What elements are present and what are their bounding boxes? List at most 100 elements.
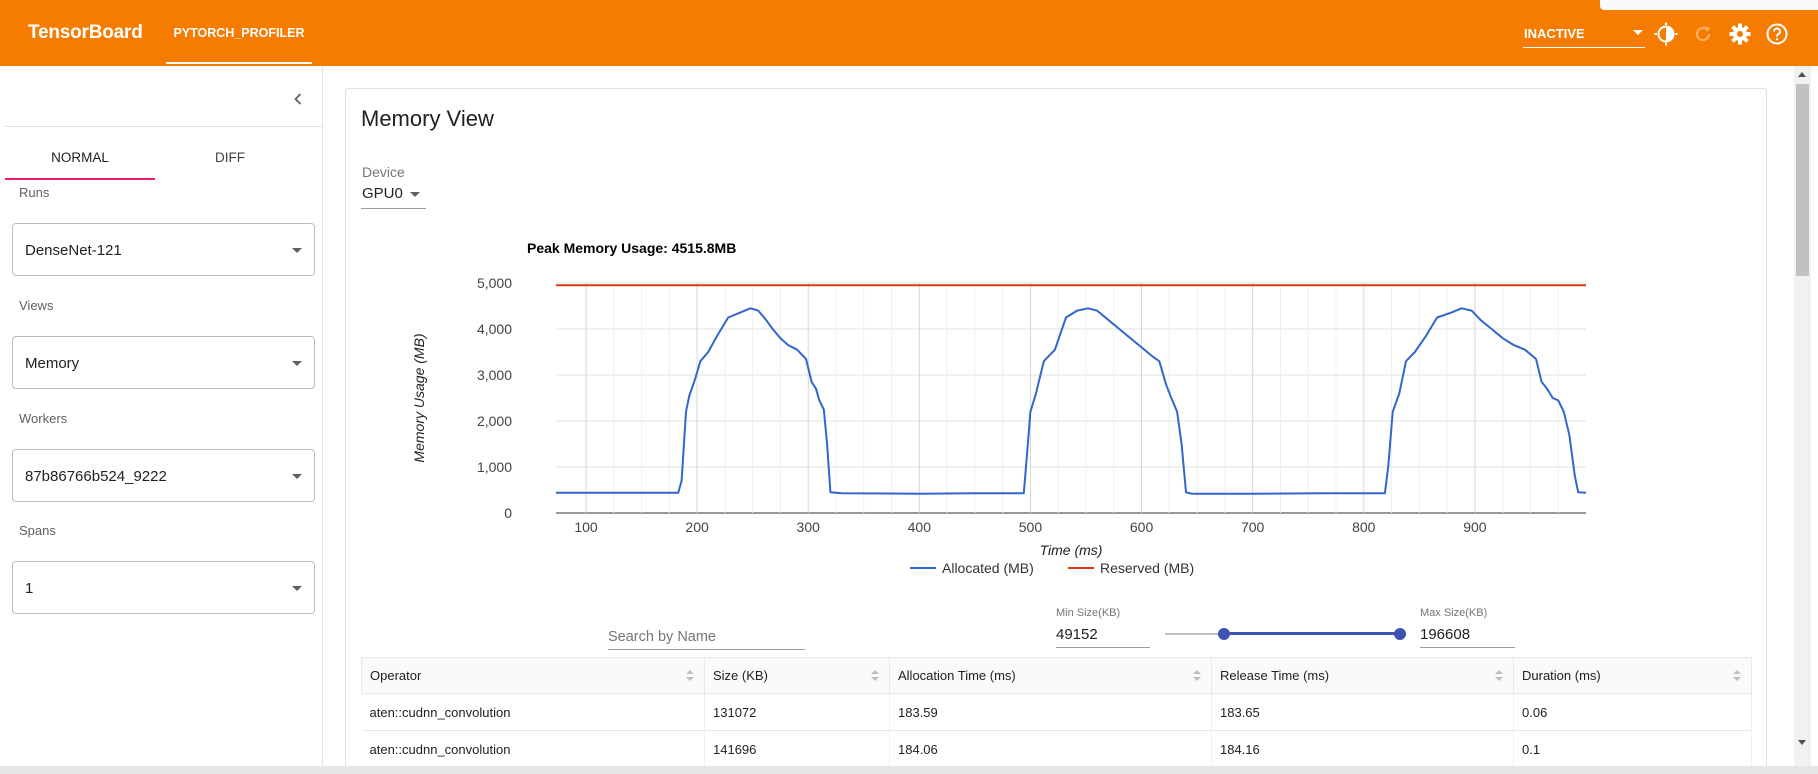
bottom-edge-bar (0, 766, 1818, 774)
min-size-label: Min Size(KB) (1056, 607, 1121, 619)
scrollbar-thumb[interactable] (1796, 84, 1809, 276)
table-cell: aten::cudnn_convolution (361, 693, 705, 731)
chevron-left-icon (294, 93, 302, 105)
workers-value: 87b86766b524_9222 (25, 468, 167, 485)
column-header-operator[interactable]: Operator (361, 657, 705, 694)
size-slider-fill (1223, 632, 1400, 635)
runs-select[interactable]: DenseNet-121 (12, 223, 315, 276)
tab-pytorch-profiler-label: PYTORCH_PROFILER (173, 26, 305, 40)
y-tick-label: 0 (504, 505, 512, 521)
settings-icon[interactable] (1728, 22, 1752, 46)
legend-label: Allocated (MB) (942, 560, 1034, 576)
tab-diff[interactable]: DIFF (155, 140, 305, 180)
size-slider-min-handle[interactable] (1217, 628, 1230, 640)
theme-toggle-icon[interactable] (1654, 22, 1678, 46)
column-header-size[interactable]: Size (KB) (704, 657, 890, 694)
page-title: Memory View (361, 106, 494, 131)
search-by-name-input[interactable] (608, 624, 805, 650)
x-tick-label: 500 (1019, 519, 1043, 535)
views-label: Views (19, 298, 54, 313)
table-cell: aten::cudnn_convolution (361, 730, 705, 768)
runs-label: Runs (19, 185, 50, 200)
sort-icon (686, 670, 694, 682)
views-value: Memory (25, 355, 80, 372)
table-cell: 131072 (704, 693, 890, 731)
column-header-label: Size (KB) (713, 668, 768, 683)
column-header-label: Duration (ms) (1522, 668, 1601, 683)
inactive-plugins-select[interactable]: INACTIVE (1523, 20, 1645, 48)
column-header-label: Operator (370, 668, 422, 683)
size-slider-max-handle[interactable] (1394, 628, 1406, 640)
table-cell: 184.06 (889, 730, 1212, 768)
column-header-allocation-time[interactable]: Allocation Time (ms) (889, 657, 1212, 694)
table-cell: 183.59 (889, 693, 1212, 731)
legend-label: Reserved (MB) (1100, 560, 1194, 576)
device-select[interactable]: GPU0 (361, 183, 426, 209)
table-cell: 0.1 (1513, 730, 1752, 768)
refresh-icon[interactable] (1691, 22, 1715, 46)
chevron-down-icon (292, 586, 302, 591)
table-cell: 183.65 (1211, 693, 1514, 731)
x-tick-label: 200 (685, 519, 709, 535)
device-label: Device (362, 164, 405, 180)
scroll-down-arrow-icon[interactable] (1798, 740, 1806, 745)
max-size-input[interactable] (1420, 622, 1515, 648)
sort-icon (1733, 670, 1741, 682)
chevron-down-icon (1633, 30, 1643, 35)
tab-pytorch-profiler[interactable]: PYTORCH_PROFILER (166, 0, 312, 66)
table-cell: 184.16 (1211, 730, 1514, 768)
spans-value: 1 (25, 580, 34, 597)
collapse-sidebar-button[interactable] (285, 86, 311, 112)
sort-icon (1193, 670, 1201, 682)
x-tick-label: 300 (797, 519, 821, 535)
series-line-allocated (556, 307, 1587, 495)
y-tick-label: 2,000 (477, 413, 512, 429)
help-icon[interactable] (1765, 22, 1789, 46)
x-tick-label: 900 (1463, 519, 1487, 535)
sort-icon (871, 670, 879, 682)
table-row[interactable]: aten::cudnn_convolution 141696 184.06 18… (361, 730, 1752, 768)
scroll-up-arrow-icon[interactable] (1798, 72, 1806, 77)
y-axis-label: Memory Usage (MB) (411, 333, 427, 462)
views-select[interactable]: Memory (12, 336, 315, 389)
table-row[interactable]: aten::cudnn_convolution 131072 183.59 18… (361, 693, 1752, 731)
y-tick-label: 3,000 (477, 367, 512, 383)
x-tick-label: 100 (574, 519, 598, 535)
table-header-row: Operator Size (KB) Allocation Time (ms) … (361, 657, 1752, 694)
top-app-bar: TensorBoard PYTORCH_PROFILER INACTIVE (0, 0, 1818, 66)
chevron-down-icon (410, 192, 420, 197)
device-value: GPU0 (362, 185, 403, 202)
table-cell: 141696 (704, 730, 890, 768)
x-tick-label: 700 (1241, 519, 1265, 535)
workers-select[interactable]: 87b86766b524_9222 (12, 449, 315, 502)
column-header-duration[interactable]: Duration (ms) (1513, 657, 1752, 694)
x-tick-label: 400 (908, 519, 932, 535)
spans-label: Spans (19, 523, 56, 538)
column-header-label: Allocation Time (ms) (898, 668, 1016, 683)
browser-extension-strip (1600, 0, 1818, 10)
sort-icon (1495, 670, 1503, 682)
active-tab-underline (166, 62, 312, 64)
memory-usage-chart: Peak Memory Usage: 4515.8MB 0 1,000 2,000 3,… (411, 240, 1587, 576)
table-cell: 0.06 (1513, 693, 1752, 731)
brand-logo-text[interactable]: TensorBoard (28, 22, 143, 44)
memory-events-table: Operator Size (KB) Allocation Time (ms) … (361, 657, 1752, 768)
min-size-input[interactable] (1056, 622, 1150, 648)
y-tick-label: 4,000 (477, 321, 512, 337)
column-header-label: Release Time (ms) (1220, 668, 1330, 683)
x-axis-label: Time (ms) (1040, 542, 1103, 558)
chevron-down-icon (292, 361, 302, 366)
tab-normal-label: NORMAL (51, 150, 109, 165)
y-tick-label: 5,000 (477, 275, 512, 291)
tab-normal[interactable]: NORMAL (5, 140, 155, 180)
x-tick-label: 600 (1130, 519, 1154, 535)
workers-label: Workers (19, 411, 68, 426)
column-header-release-time[interactable]: Release Time (ms) (1211, 657, 1514, 694)
sidebar-divider (5, 126, 323, 127)
runs-value: DenseNet-121 (25, 242, 122, 259)
inactive-plugins-value: INACTIVE (1524, 26, 1585, 41)
app-root: TensorBoard PYTORCH_PROFILER INACTIVE NO… (0, 0, 1818, 774)
spans-select[interactable]: 1 (12, 561, 315, 614)
sidebar: NORMAL DIFF Runs DenseNet-121 Views Memo… (5, 66, 323, 766)
y-tick-label: 1,000 (477, 459, 512, 475)
